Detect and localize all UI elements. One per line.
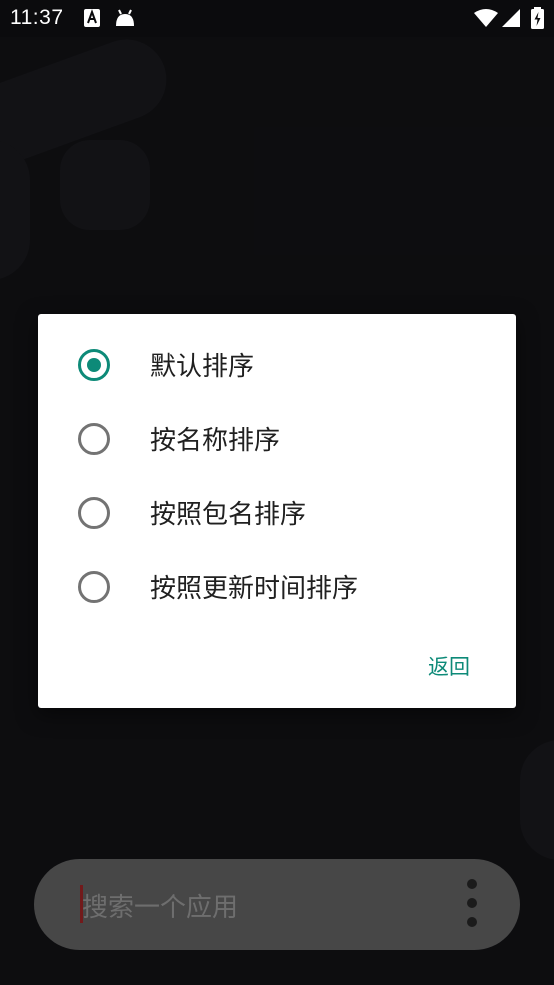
wifi-icon [474,9,498,31]
sort-option-by-update-time[interactable]: 按照更新时间排序 [38,552,516,622]
sort-option-label: 默认排序 [150,352,255,382]
radio-unchecked-icon[interactable] [78,497,110,529]
radio-checked-icon[interactable] [78,349,110,381]
battery-charging-icon [531,7,544,33]
sort-option-label: 按照包名排序 [150,500,307,530]
sort-option-default[interactable]: 默认排序 [38,330,516,400]
android-icon [115,9,135,31]
radio-dot [87,358,101,372]
sort-dialog: 默认排序 按名称排序 按照包名排序 按照更新时间排序 返回 [38,314,516,708]
status-time: 11:37 [10,6,64,29]
signal-icon [502,9,520,31]
status-bar: 11:37 [0,0,554,37]
sort-option-label: 按照更新时间排序 [150,574,359,604]
sort-option-by-name[interactable]: 按名称排序 [38,404,516,474]
accessibility-a-icon [84,9,100,31]
back-button[interactable]: 返回 [428,651,470,681]
radio-unchecked-icon[interactable] [78,423,110,455]
sort-option-by-package[interactable]: 按照包名排序 [38,478,516,548]
app-screen: 11:37 搜索一个应用 默认排序 按名称排序 按照包名排序 按照更新时间排序 … [0,0,554,985]
sort-option-label: 按名称排序 [150,426,281,456]
radio-unchecked-icon[interactable] [78,571,110,603]
